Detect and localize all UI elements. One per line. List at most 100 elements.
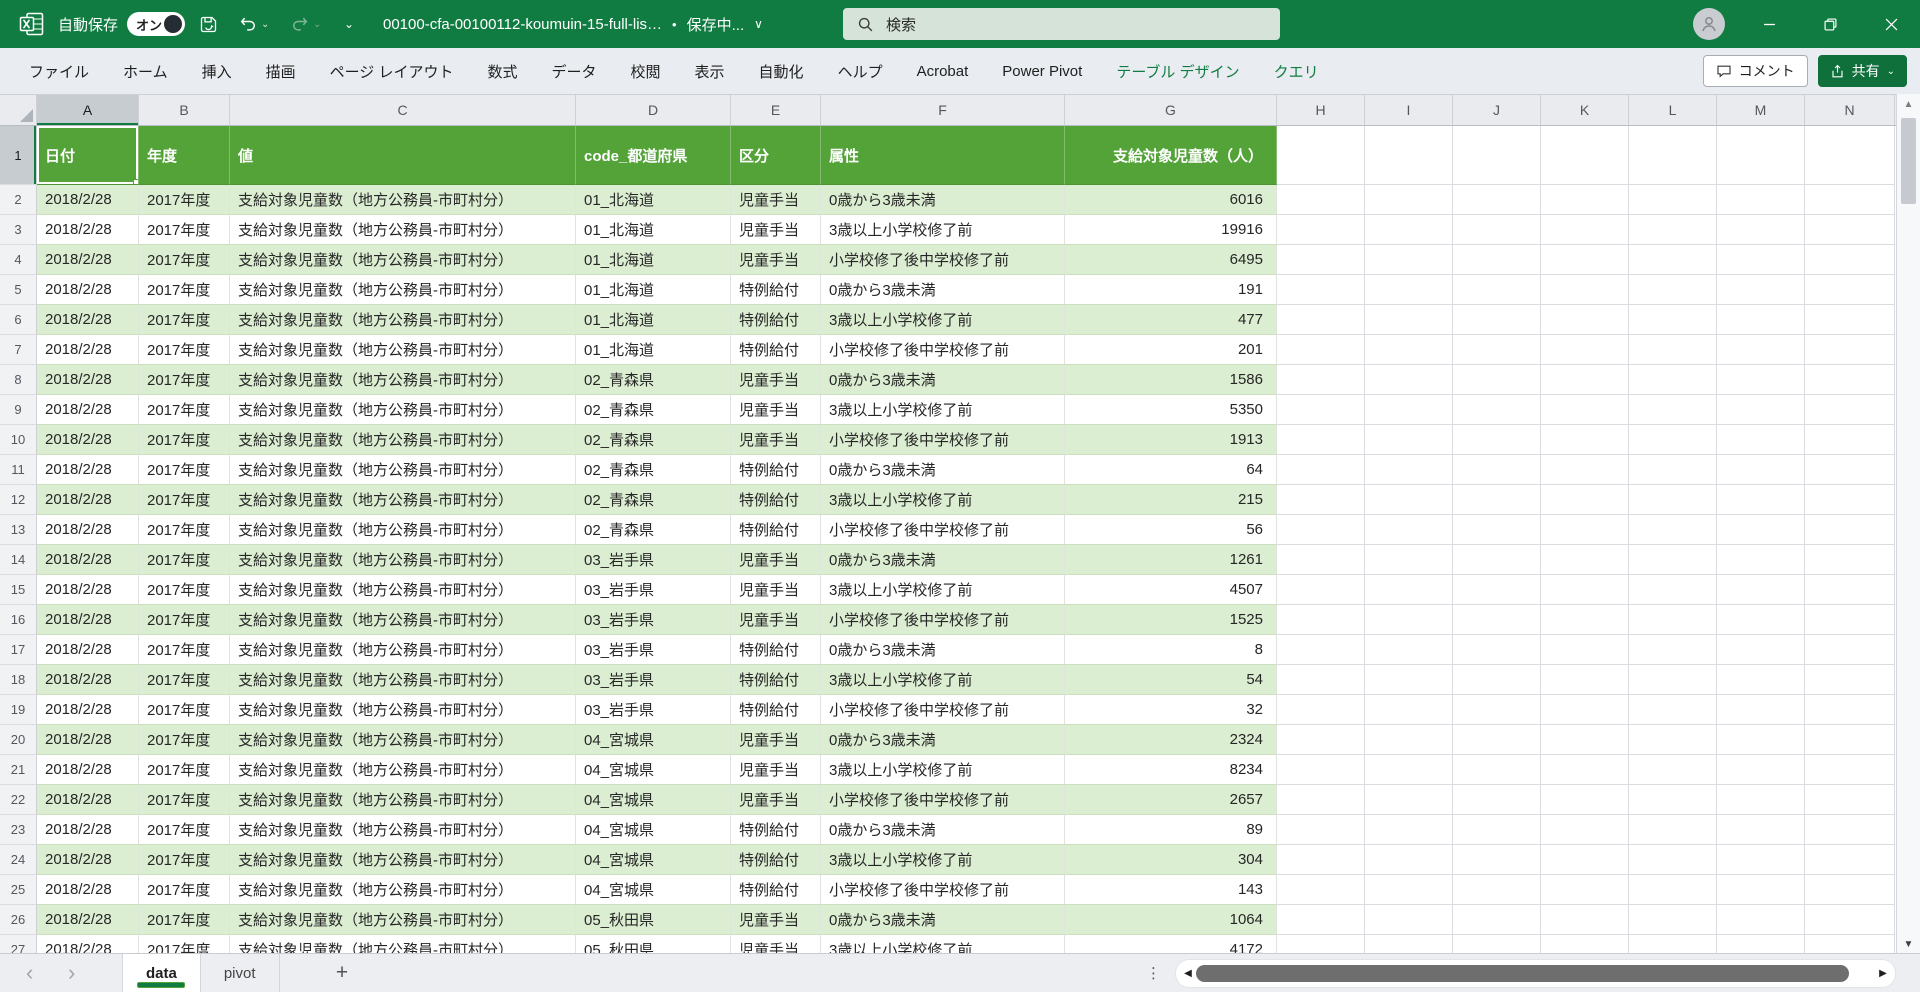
cell[interactable]: 児童手当	[731, 425, 821, 455]
empty-cell[interactable]	[1541, 275, 1629, 305]
empty-cell[interactable]	[1717, 575, 1805, 605]
empty-cell[interactable]	[1541, 185, 1629, 215]
empty-cell[interactable]	[1541, 875, 1629, 905]
cell[interactable]: 支給対象児童数（地方公務員-市町村分）	[230, 575, 576, 605]
cell[interactable]: 小学校修了後中学校修了前	[821, 875, 1065, 905]
empty-cell[interactable]	[1717, 215, 1805, 245]
column-header-K[interactable]: K	[1541, 95, 1629, 125]
cell[interactable]: 02_青森県	[576, 395, 731, 425]
cell[interactable]: 支給対象児童数（地方公務員-市町村分）	[230, 305, 576, 335]
cell[interactable]: 2018/2/28	[37, 275, 139, 305]
cell[interactable]: 2017年度	[139, 485, 230, 515]
column-header-B[interactable]: B	[139, 95, 230, 125]
cell[interactable]: 区分	[731, 126, 821, 185]
empty-cell[interactable]	[1805, 126, 1895, 185]
empty-cell[interactable]	[1365, 395, 1453, 425]
empty-cell[interactable]	[1541, 455, 1629, 485]
cell[interactable]: 2017年度	[139, 335, 230, 365]
cell[interactable]: 0歳から3歳未満	[821, 275, 1065, 305]
empty-cell[interactable]	[1365, 725, 1453, 755]
empty-cell[interactable]	[1277, 485, 1365, 515]
cell[interactable]: 2017年度	[139, 395, 230, 425]
cell[interactable]: 6016	[1065, 185, 1277, 215]
empty-cell[interactable]	[1365, 545, 1453, 575]
cell[interactable]: 02_青森県	[576, 515, 731, 545]
empty-cell[interactable]	[1629, 335, 1717, 365]
cell[interactable]: 支給対象児童数（地方公務員-市町村分）	[230, 185, 576, 215]
cell[interactable]: 2018/2/28	[37, 665, 139, 695]
cell[interactable]: 特例給付	[731, 845, 821, 875]
empty-cell[interactable]	[1805, 515, 1895, 545]
cell[interactable]: 特例給付	[731, 875, 821, 905]
cell[interactable]: 児童手当	[731, 395, 821, 425]
empty-cell[interactable]	[1365, 275, 1453, 305]
empty-cell[interactable]	[1277, 545, 1365, 575]
cell[interactable]: 支給対象児童数（地方公務員-市町村分）	[230, 935, 576, 953]
cell[interactable]: 2017年度	[139, 755, 230, 785]
empty-cell[interactable]	[1629, 275, 1717, 305]
column-header-G[interactable]: G	[1065, 95, 1277, 125]
cell[interactable]: 2017年度	[139, 245, 230, 275]
empty-cell[interactable]	[1717, 785, 1805, 815]
share-button[interactable]: 共有 ⌄	[1818, 55, 1907, 87]
empty-cell[interactable]	[1717, 875, 1805, 905]
row-number-12[interactable]: 12	[0, 485, 37, 515]
row-number-14[interactable]: 14	[0, 545, 37, 575]
cell[interactable]: 02_青森県	[576, 485, 731, 515]
cell[interactable]: 0歳から3歳未満	[821, 815, 1065, 845]
column-header-L[interactable]: L	[1629, 95, 1717, 125]
cell[interactable]: 2017年度	[139, 515, 230, 545]
cell[interactable]: 支給対象児童数（地方公務員-市町村分）	[230, 335, 576, 365]
empty-cell[interactable]	[1277, 695, 1365, 725]
cell[interactable]: 2657	[1065, 785, 1277, 815]
empty-cell[interactable]	[1717, 545, 1805, 575]
empty-cell[interactable]	[1629, 875, 1717, 905]
cell[interactable]: 2018/2/28	[37, 245, 139, 275]
ribbon-tab[interactable]: ホーム	[106, 61, 185, 82]
column-header-C[interactable]: C	[230, 95, 576, 125]
empty-cell[interactable]	[1805, 365, 1895, 395]
empty-cell[interactable]	[1277, 425, 1365, 455]
ribbon-tab[interactable]: ページ レイアウト	[313, 61, 471, 82]
row-number-26[interactable]: 26	[0, 905, 37, 935]
empty-cell[interactable]	[1277, 605, 1365, 635]
empty-cell[interactable]	[1805, 755, 1895, 785]
empty-cell[interactable]	[1365, 515, 1453, 545]
cell[interactable]: 2018/2/28	[37, 755, 139, 785]
empty-cell[interactable]	[1805, 695, 1895, 725]
cell[interactable]: 2017年度	[139, 635, 230, 665]
sheet-tab-data[interactable]: data	[122, 954, 201, 992]
cell[interactable]: 特例給付	[731, 455, 821, 485]
cell[interactable]: 143	[1065, 875, 1277, 905]
empty-cell[interactable]	[1805, 665, 1895, 695]
row-number-8[interactable]: 8	[0, 365, 37, 395]
cell[interactable]: 2018/2/28	[37, 455, 139, 485]
cell[interactable]: 児童手当	[731, 245, 821, 275]
empty-cell[interactable]	[1717, 665, 1805, 695]
empty-cell[interactable]	[1277, 755, 1365, 785]
cell[interactable]: 支給対象児童数（地方公務員-市町村分）	[230, 215, 576, 245]
empty-cell[interactable]	[1277, 215, 1365, 245]
cell[interactable]: 特例給付	[731, 635, 821, 665]
empty-cell[interactable]	[1453, 635, 1541, 665]
empty-cell[interactable]	[1805, 245, 1895, 275]
cell[interactable]: 児童手当	[731, 605, 821, 635]
cell[interactable]: 2017年度	[139, 215, 230, 245]
cell[interactable]: 1913	[1065, 425, 1277, 455]
empty-cell[interactable]	[1365, 785, 1453, 815]
column-header-D[interactable]: D	[576, 95, 731, 125]
cell[interactable]: 3歳以上小学校修了前	[821, 485, 1065, 515]
empty-cell[interactable]	[1453, 845, 1541, 875]
empty-cell[interactable]	[1453, 875, 1541, 905]
empty-cell[interactable]	[1453, 395, 1541, 425]
empty-cell[interactable]	[1453, 605, 1541, 635]
cell[interactable]: 2018/2/28	[37, 545, 139, 575]
vertical-scrollbar[interactable]: ▲ ▼	[1896, 94, 1920, 953]
empty-cell[interactable]	[1717, 485, 1805, 515]
empty-cell[interactable]	[1453, 335, 1541, 365]
cell[interactable]: 2017年度	[139, 605, 230, 635]
cell[interactable]: 2017年度	[139, 425, 230, 455]
horizontal-scroll-thumb[interactable]	[1196, 965, 1849, 982]
cell[interactable]: 2018/2/28	[37, 215, 139, 245]
empty-cell[interactable]	[1541, 785, 1629, 815]
